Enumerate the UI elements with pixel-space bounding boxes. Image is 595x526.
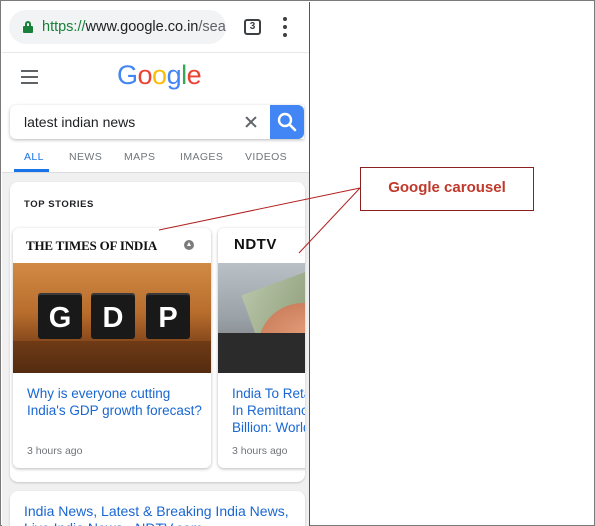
phone-browser: https://www.google.co.in/sea 3 Google la…: [2, 2, 310, 526]
annotation-label: Google carousel: [388, 179, 506, 196]
tab-images[interactable]: IMAGES: [180, 151, 223, 163]
tab-maps[interactable]: MAPS: [124, 151, 155, 163]
screenshot-frame: https://www.google.co.in/sea 3 Google la…: [0, 0, 595, 526]
result-title-link[interactable]: India News, Latest & Breaking India News…: [24, 503, 294, 526]
tab-news[interactable]: NEWS: [69, 151, 102, 163]
google-logo[interactable]: Google: [117, 60, 202, 91]
url-scheme: https://: [42, 19, 86, 35]
url-text: https://www.google.co.in/sea: [42, 19, 226, 35]
logo-letter: G: [117, 60, 138, 90]
story-time: 3 hours ago: [232, 445, 288, 457]
tab-videos[interactable]: VIDEOS: [245, 151, 287, 163]
logo-letter: o: [137, 60, 153, 90]
story-headline[interactable]: India To Reta In Remittance Billion: Wor…: [232, 385, 305, 436]
address-bar[interactable]: https://www.google.co.in/sea: [9, 10, 226, 44]
logo-letter: e: [186, 60, 202, 90]
tab-all[interactable]: ALL: [24, 151, 44, 163]
top-stories-carousel: TOP STORIES THE TIMES OF INDIA G D P Why…: [10, 182, 305, 482]
annotation-callout: Google carousel: [360, 167, 534, 211]
menu-icon[interactable]: [21, 70, 38, 84]
story-thumbnail: G D P: [13, 263, 211, 373]
story-card[interactable]: THE TIMES OF INDIA G D P Why is everyone…: [13, 228, 211, 468]
url-path: /sea: [198, 19, 226, 35]
tab-switcher-button[interactable]: 3: [244, 19, 261, 35]
thumbnail-letter: D: [102, 302, 124, 334]
story-card[interactable]: NDTV India To Reta In Remittance Billion…: [218, 228, 305, 468]
story-thumbnail: [218, 263, 305, 373]
url-host: www.google.co.in: [85, 19, 199, 35]
thumbnail-letter: G: [48, 302, 72, 334]
logo-letter: o: [152, 60, 167, 90]
search-icon: [277, 112, 297, 132]
clear-icon[interactable]: [242, 113, 260, 131]
search-input[interactable]: latest indian news: [24, 114, 135, 130]
story-time: 3 hours ago: [27, 445, 83, 457]
amp-icon: [184, 240, 194, 250]
more-options-icon[interactable]: [278, 15, 292, 39]
thumbnail-letter: P: [158, 302, 178, 334]
search-box: latest indian news: [10, 105, 304, 139]
story-source: THE TIMES OF INDIA: [26, 238, 158, 253]
story-headline[interactable]: Why is everyone cutting India's GDP grow…: [27, 385, 202, 419]
search-result[interactable]: India News, Latest & Breaking India News…: [10, 491, 305, 526]
browser-toolbar: https://www.google.co.in/sea 3: [2, 2, 309, 52]
search-button[interactable]: [270, 105, 304, 139]
story-source: NDTV: [234, 236, 277, 253]
lock-icon: [23, 21, 33, 33]
search-tabs: ALL NEWS MAPS IMAGES VIDEOS: [2, 142, 309, 172]
top-stories-heading: TOP STORIES: [24, 199, 94, 210]
logo-letter: g: [166, 60, 182, 90]
toolbar-divider: [2, 52, 309, 53]
